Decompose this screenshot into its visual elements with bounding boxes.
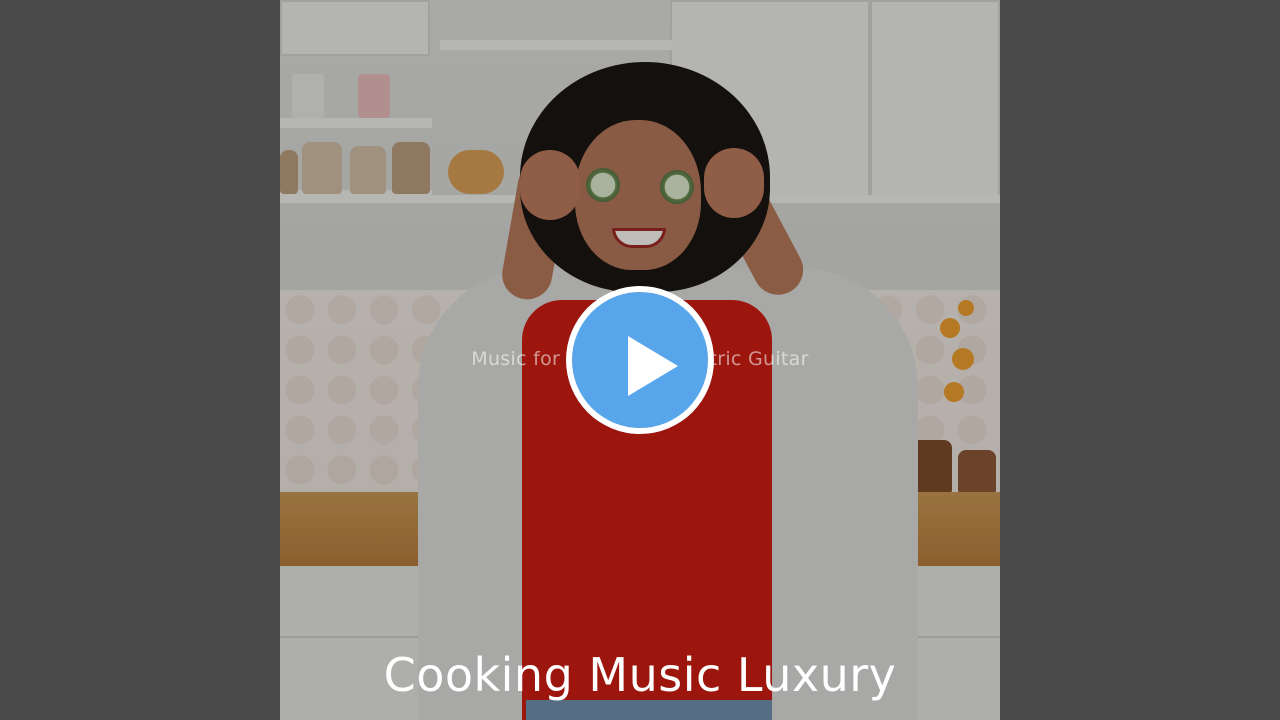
video-title: Cooking Music Luxury — [383, 648, 897, 702]
play-button[interactable] — [566, 286, 714, 434]
letterbox-left — [0, 0, 280, 720]
letterbox-right — [1000, 0, 1280, 720]
play-button-circle — [572, 292, 708, 428]
play-icon — [628, 336, 678, 396]
video-player[interactable]: Music for Dinner ed Electric Guitar Cook… — [0, 0, 1280, 720]
